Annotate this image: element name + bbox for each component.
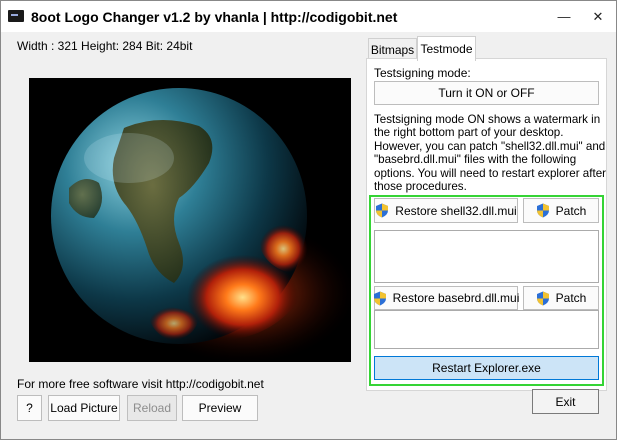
logo-preview-image xyxy=(29,78,351,362)
restore-basebrd-button[interactable]: Restore basebrd.dll.mui xyxy=(373,286,520,310)
main-window: 8oot Logo Changer v1.2 by vhanla | http:… xyxy=(0,0,617,440)
testmode-description: Testsigning mode ON shows a watermark in… xyxy=(374,113,607,194)
restore-basebrd-label: Restore basebrd.dll.mui xyxy=(392,291,520,305)
uac-shield-icon xyxy=(536,291,549,305)
close-button[interactable]: ✕ xyxy=(581,1,615,32)
basebrd-status-box[interactable] xyxy=(374,310,599,349)
uac-shield-icon xyxy=(536,203,549,218)
app-icon xyxy=(8,10,24,22)
image-info-label: Width : 321 Height: 284 Bit: 24bit xyxy=(17,39,193,53)
patch-basebrd-label: Patch xyxy=(555,291,587,305)
restart-explorer-button[interactable]: Restart Explorer.exe xyxy=(374,356,599,380)
exit-button[interactable]: Exit xyxy=(532,389,599,414)
earth-image xyxy=(29,78,351,362)
patch-shell32-button[interactable]: Patch xyxy=(523,198,599,223)
window-title: 8oot Logo Changer v1.2 by vhanla | http:… xyxy=(31,9,398,25)
shell32-status-box[interactable] xyxy=(374,230,599,283)
preview-button[interactable]: Preview xyxy=(182,395,258,421)
restore-shell32-label: Restore shell32.dll.mui xyxy=(395,203,517,218)
title-bar[interactable]: 8oot Logo Changer v1.2 by vhanla | http:… xyxy=(1,1,616,32)
help-button[interactable]: ? xyxy=(17,395,42,421)
footer-promo-text: For more free software visit http://codi… xyxy=(17,377,264,391)
minimize-button[interactable]: — xyxy=(547,1,581,32)
tab-bitmaps[interactable]: Bitmaps xyxy=(368,38,417,60)
reload-button[interactable]: Reload xyxy=(127,395,177,421)
restore-shell32-button[interactable]: Restore shell32.dll.mui xyxy=(374,198,518,223)
tab-testmode[interactable]: Testmode xyxy=(417,36,476,61)
patch-shell32-label: Patch xyxy=(555,203,587,218)
uac-shield-icon xyxy=(376,203,389,218)
uac-shield-icon xyxy=(373,291,386,305)
patch-basebrd-button[interactable]: Patch xyxy=(523,286,599,310)
toggle-testsigning-button[interactable]: Turn it ON or OFF xyxy=(374,81,599,105)
testsigning-label: Testsigning mode: xyxy=(374,66,471,80)
load-picture-button[interactable]: Load Picture xyxy=(48,395,120,421)
